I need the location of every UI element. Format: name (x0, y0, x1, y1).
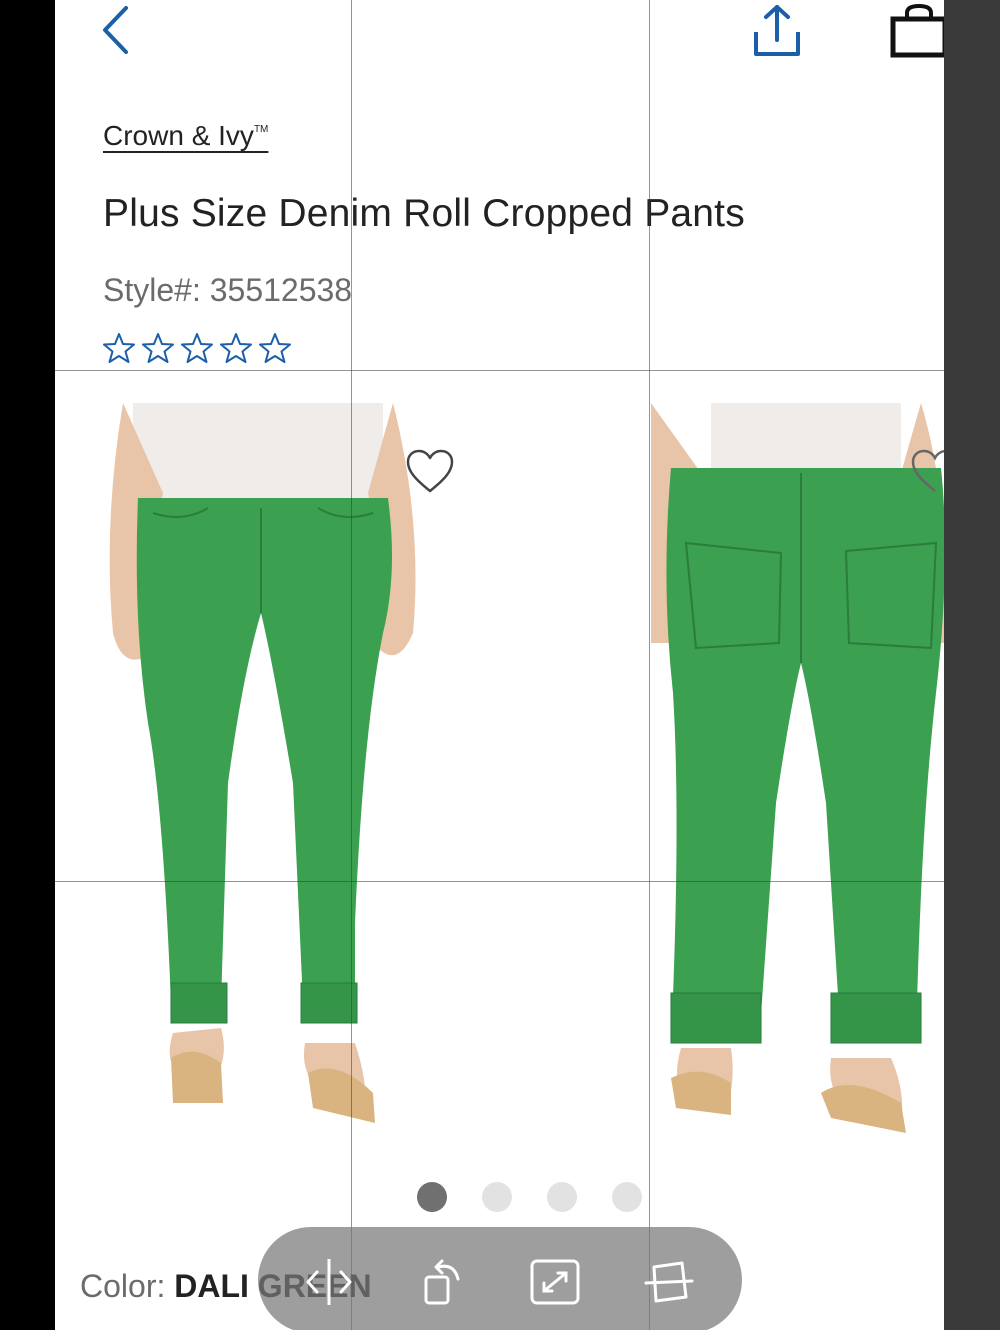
product-image-front[interactable] (93, 403, 431, 1188)
edit-toolbar (258, 1227, 742, 1330)
split-icon (306, 1259, 352, 1305)
brand-name: Crown & Ivy (103, 120, 254, 151)
share-button[interactable] (745, 0, 809, 62)
brand-link[interactable]: Crown & IvyTM (103, 120, 268, 152)
grid-line (55, 370, 944, 371)
pagination-dot[interactable] (547, 1182, 577, 1212)
style-number: Style#: 35512538 (103, 272, 353, 308)
color-label: Color: (80, 1268, 166, 1304)
heart-outline-icon (406, 449, 454, 493)
grid-line (649, 0, 650, 1330)
shopping-bag-icon (890, 3, 944, 58)
star-icon (181, 333, 213, 363)
grid-line (55, 881, 944, 882)
shopping-bag-button[interactable] (887, 2, 944, 60)
rotate-icon (424, 1259, 460, 1305)
heart-outline-icon (911, 449, 944, 492)
rotate-button[interactable] (416, 1255, 470, 1309)
star-icon (142, 333, 174, 363)
pagination-dot-active[interactable] (417, 1182, 447, 1212)
front-view-illustration (109, 403, 416, 1123)
product-page: Crown & IvyTM Plus Size Denim Roll Cropp… (55, 0, 944, 1330)
chevron-left-icon (103, 6, 128, 54)
rating-stars[interactable] (103, 332, 291, 364)
split-button[interactable] (302, 1255, 356, 1309)
fullscreen-button[interactable] (528, 1255, 582, 1309)
grid-line (351, 0, 352, 1330)
back-button[interactable] (93, 2, 137, 58)
product-image-back[interactable] (651, 403, 944, 1188)
fullscreen-icon (530, 1259, 580, 1305)
adjacent-panel (944, 0, 1000, 1330)
star-icon (220, 333, 252, 363)
pagination-dot[interactable] (482, 1182, 512, 1212)
crop-button[interactable] (642, 1255, 696, 1309)
back-view-illustration (651, 403, 944, 1133)
favorite-button-next[interactable] (910, 447, 944, 497)
image-pagination (417, 1182, 642, 1212)
star-icon (103, 333, 135, 363)
star-icon (259, 333, 291, 363)
screen: Crown & IvyTM Plus Size Denim Roll Cropp… (0, 0, 1000, 1330)
share-icon (754, 5, 800, 56)
crop-icon (644, 1261, 694, 1303)
favorite-button[interactable] (405, 447, 455, 497)
pagination-dot[interactable] (612, 1182, 642, 1212)
trademark-mark: TM (253, 124, 269, 135)
